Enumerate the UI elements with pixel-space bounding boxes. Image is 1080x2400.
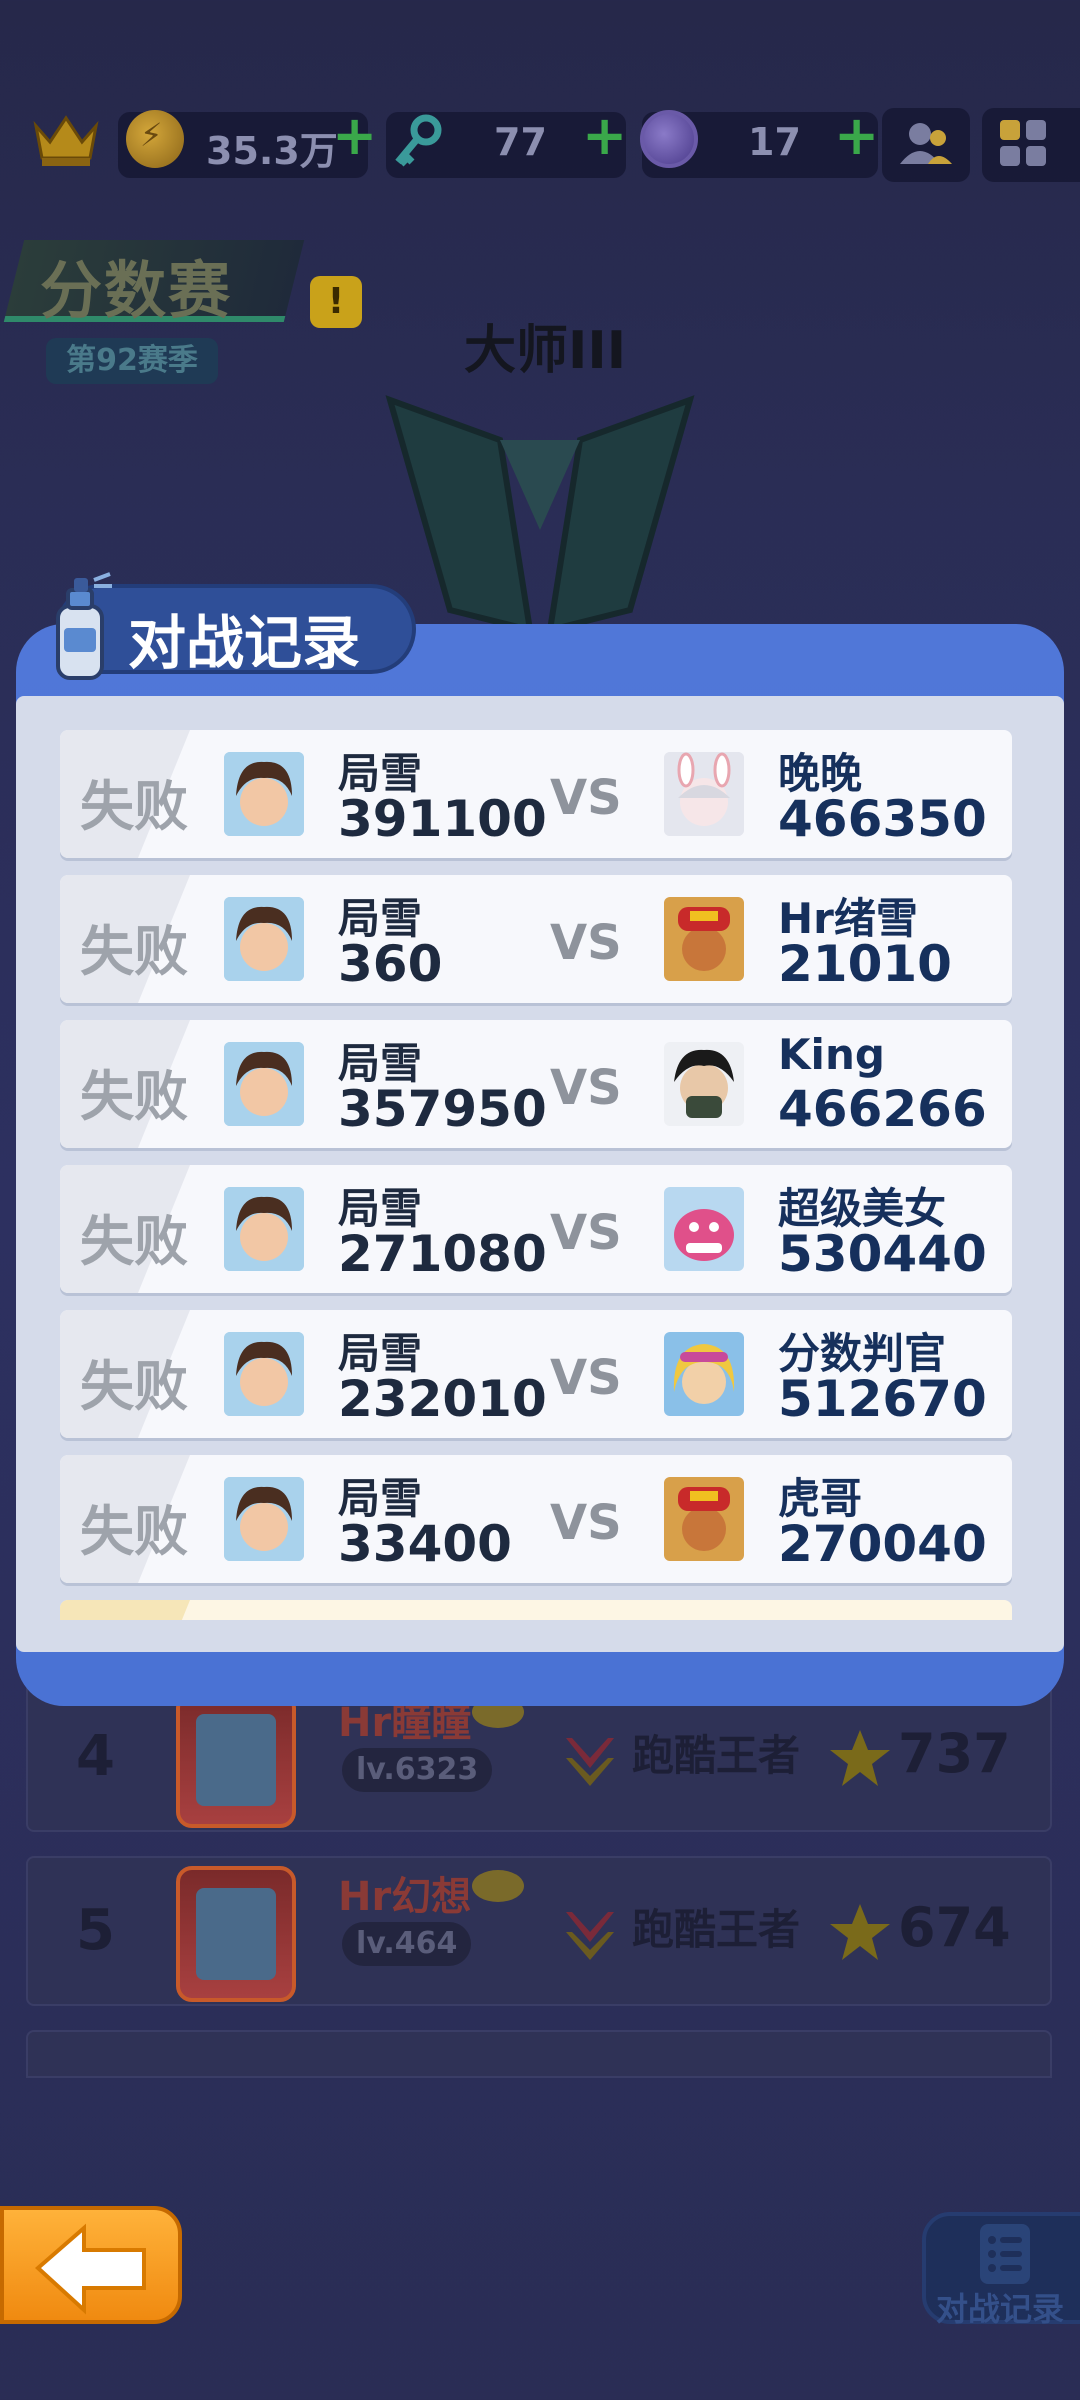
resource-bar: 35.3万 + 77 + 17 + <box>0 104 1080 188</box>
key-amount: 77 <box>494 120 547 164</box>
info-button[interactable]: ! <box>310 276 362 328</box>
add-coins-button[interactable]: + <box>332 109 377 163</box>
player-avatar <box>224 1332 304 1416</box>
laurel-badge-icon <box>472 1870 524 1902</box>
player-title: 跑酷王者 <box>632 1731 801 1780</box>
player-title: 跑酷王者 <box>632 1905 801 1954</box>
match-result: 失败 <box>80 1355 188 1418</box>
friends-icon <box>900 123 952 164</box>
battle-record-row[interactable]: 失败 局雪 33400 VS 虎哥 270040 <box>60 1455 1012 1583</box>
player-avatar <box>224 1187 304 1271</box>
battle-record-row[interactable]: 失败 局雪 271080 VS 超级美女 530440 <box>60 1165 1012 1293</box>
player-score: 232010 <box>338 1370 547 1428</box>
vs-label: VS <box>550 1350 622 1406</box>
avatar-frame <box>176 1866 296 2002</box>
token-icon <box>640 110 698 168</box>
mode-title: 分数赛 <box>40 254 233 327</box>
opponent-avatar <box>664 1042 744 1126</box>
battle-record-row[interactable]: 失败 局雪 360 VS Hr绪雪 21010 <box>60 875 1012 1003</box>
opponent-avatar <box>664 897 744 981</box>
leaderboard-rank: 4 <box>76 1724 115 1789</box>
token-amount: 17 <box>748 120 801 164</box>
match-result: 失败 <box>80 920 188 983</box>
key-icon <box>395 114 442 167</box>
crown-icon[interactable] <box>30 112 102 168</box>
opponent-score: 466266 <box>778 1080 987 1138</box>
rank-badge-icon <box>566 1912 614 1960</box>
match-result: 失败 <box>80 1500 188 1563</box>
grid-icon <box>1000 120 1046 166</box>
add-keys-button[interactable]: + <box>582 109 627 163</box>
avatar <box>196 1714 276 1806</box>
battle-record-list[interactable]: 失败 局雪 391100 VS 晚晚 466350 失败 局雪 360 VS H… <box>60 730 1012 1620</box>
menu-button[interactable] <box>982 108 1080 182</box>
battle-record-row[interactable]: 失败 局雪 357950 VS King 466266 <box>60 1020 1012 1148</box>
leaderboard-row[interactable]: 5 Hr幻想 lv.464 跑酷王者 674 <box>26 1856 1052 2006</box>
player-points: 737 <box>898 1722 1011 1785</box>
avatar-frame <box>176 1692 296 1828</box>
opponent-score: 21010 <box>778 935 952 993</box>
battle-record-row-partial <box>60 1600 1012 1620</box>
coin-amount: 35.3万 <box>206 129 338 173</box>
player-score: 360 <box>338 935 443 993</box>
player-avatar <box>224 1042 304 1126</box>
back-arrow-icon <box>34 2223 146 2315</box>
coin-icon <box>126 110 184 168</box>
player-score: 391100 <box>338 790 547 848</box>
opponent-avatar <box>664 752 744 836</box>
friends-button[interactable] <box>882 108 970 182</box>
opponent-avatar <box>664 1187 744 1271</box>
opponent-score: 512670 <box>778 1370 987 1428</box>
leaderboard-row-partial <box>26 2030 1052 2078</box>
vs-label: VS <box>550 1205 622 1261</box>
opponent-score: 466350 <box>778 790 987 848</box>
vs-label: VS <box>550 915 622 971</box>
player-avatar <box>224 897 304 981</box>
spray-can-icon <box>56 572 112 680</box>
vs-label: VS <box>550 1060 622 1116</box>
star-icon <box>830 1904 890 1960</box>
vs-label: VS <box>550 1495 622 1551</box>
player-points: 674 <box>898 1896 1011 1959</box>
player-avatar <box>224 1477 304 1561</box>
match-result: 失败 <box>80 1065 188 1128</box>
opponent-name: King <box>778 1030 885 1079</box>
match-result: 失败 <box>80 775 188 838</box>
avatar <box>196 1888 276 1980</box>
back-button[interactable] <box>0 2206 182 2324</box>
star-icon <box>830 1730 890 1786</box>
rank-emblem-icon <box>385 395 695 630</box>
modal-title: 对战记录 <box>128 609 361 677</box>
opponent-avatar <box>664 1477 744 1561</box>
player-level: lv.6323 <box>342 1748 493 1792</box>
leaderboard-rank: 5 <box>76 1898 115 1963</box>
player-name: Hr幻想 <box>338 1874 472 1920</box>
match-result: 失败 <box>80 1210 188 1273</box>
season-label: 第92赛季 <box>46 338 218 384</box>
player-level: lv.464 <box>342 1922 472 1966</box>
opponent-score: 270040 <box>778 1515 987 1573</box>
opponent-score: 530440 <box>778 1225 987 1283</box>
rank-badge-icon <box>566 1738 614 1786</box>
battle-record-button-label: 对战记录 <box>936 2290 1065 2328</box>
player-score: 357950 <box>338 1080 547 1138</box>
player-avatar <box>224 752 304 836</box>
player-score: 33400 <box>338 1515 512 1573</box>
battle-record-row[interactable]: 失败 局雪 232010 VS 分数判官 512670 <box>60 1310 1012 1438</box>
rank-title: 大师III <box>464 321 627 381</box>
row-stripe <box>60 1600 190 1620</box>
add-tokens-button[interactable]: + <box>834 109 879 163</box>
battle-record-row[interactable]: 失败 局雪 391100 VS 晚晚 466350 <box>60 730 1012 858</box>
vs-label: VS <box>550 770 622 826</box>
opponent-avatar <box>664 1332 744 1416</box>
player-score: 271080 <box>338 1225 547 1283</box>
